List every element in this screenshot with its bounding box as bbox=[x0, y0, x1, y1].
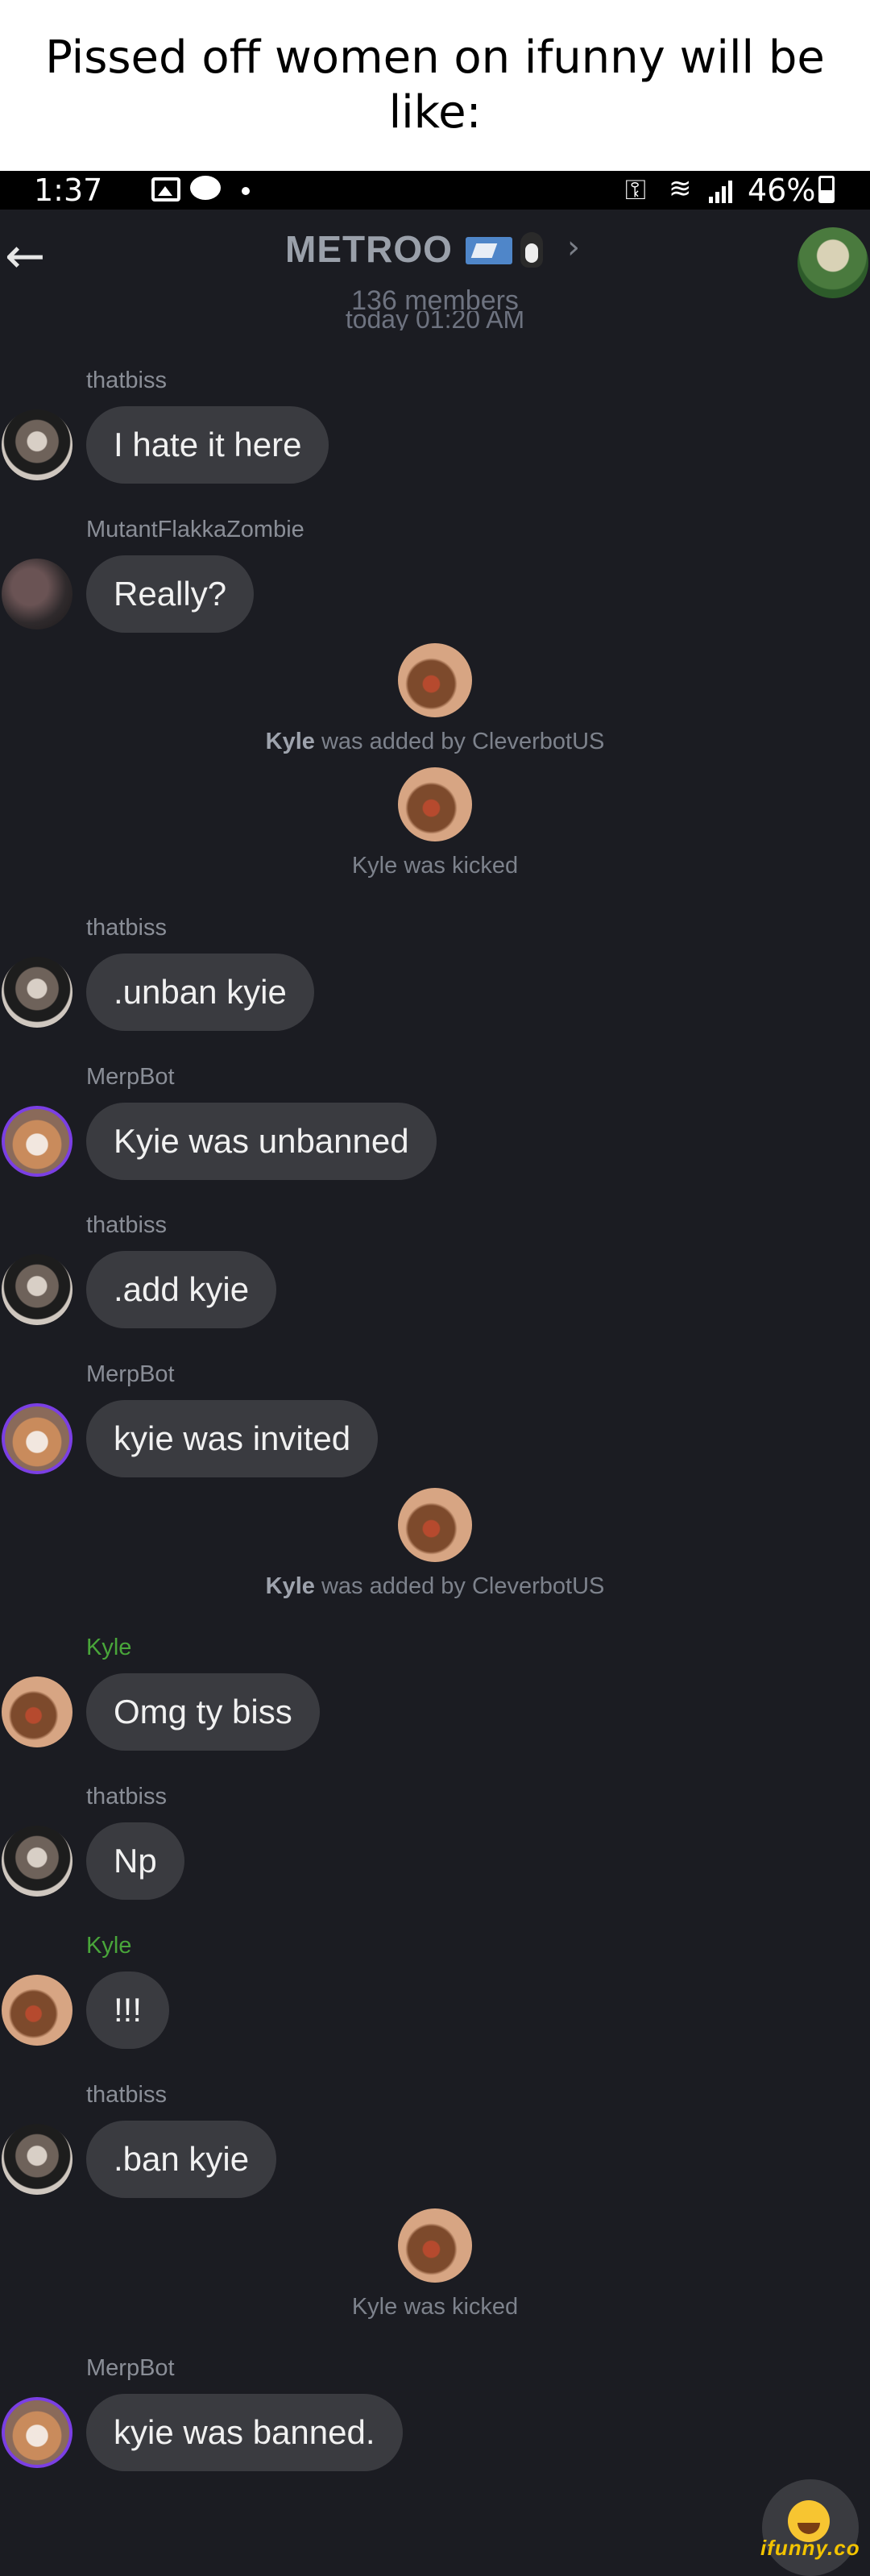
avatar[interactable] bbox=[2, 957, 72, 1028]
gallery-icon bbox=[151, 177, 180, 202]
message-bubble[interactable]: kyie was banned. bbox=[86, 2394, 403, 2471]
sender-name[interactable]: Kyle bbox=[86, 1933, 131, 1959]
sender-name[interactable]: thatbiss bbox=[86, 2082, 167, 2109]
signal-icon bbox=[709, 179, 736, 203]
sender-name[interactable]: thatbiss bbox=[86, 1212, 167, 1239]
avatar[interactable] bbox=[2, 1975, 72, 2046]
notification-dot-icon bbox=[242, 187, 250, 195]
sender-name[interactable]: MerpBot bbox=[86, 1064, 175, 1091]
penguin-icon bbox=[520, 232, 543, 268]
avatar[interactable] bbox=[2, 1403, 72, 1474]
sender-name[interactable]: thatbiss bbox=[86, 1784, 167, 1810]
back-arrow-icon[interactable]: ← bbox=[5, 232, 53, 280]
message-bubble[interactable]: !!! bbox=[86, 1971, 170, 2049]
battery-percent: 46% bbox=[748, 172, 816, 208]
system-message: Kyle was kicked bbox=[351, 2294, 519, 2320]
battery-icon bbox=[818, 176, 835, 203]
avatar[interactable] bbox=[398, 1488, 472, 1562]
avatar[interactable] bbox=[398, 643, 472, 717]
sender-name[interactable]: Kyle bbox=[86, 1635, 131, 1661]
avatar[interactable] bbox=[2, 409, 72, 480]
avatar[interactable] bbox=[2, 2124, 72, 2195]
group-avatar[interactable] bbox=[798, 227, 868, 298]
watermark-text: ifunny.co bbox=[760, 2536, 860, 2560]
avatar[interactable] bbox=[2, 1676, 72, 1747]
avatar[interactable] bbox=[398, 767, 472, 841]
message-bubble[interactable]: Really? bbox=[86, 555, 255, 633]
message-bubble[interactable]: .unban kyie bbox=[86, 954, 314, 1031]
sender-name[interactable]: MutantFlakkaZombie bbox=[86, 517, 304, 543]
meme-caption: Pissed off women on ifunny will be like: bbox=[0, 0, 870, 171]
status-time: 1:37 bbox=[34, 172, 103, 208]
system-message: Kyle was kicked bbox=[351, 853, 519, 879]
message-bubble[interactable]: Np bbox=[86, 1822, 184, 1900]
avatar[interactable] bbox=[2, 1106, 72, 1177]
avatar[interactable] bbox=[2, 559, 72, 629]
avatar[interactable] bbox=[2, 1254, 72, 1325]
sender-name[interactable]: thatbiss bbox=[86, 915, 167, 941]
date-separator: today 01:20 AM bbox=[345, 311, 525, 330]
status-bar: 1:37 ⚿ ≋ 46% bbox=[0, 171, 870, 210]
chat-header: ← METROO › 136 members today 01:20 AM bbox=[0, 210, 870, 330]
system-message: Kyle was added by CleverbotUS bbox=[265, 729, 605, 754]
flag-icon bbox=[466, 237, 512, 264]
chevron-right-icon[interactable]: › bbox=[567, 229, 580, 266]
avatar[interactable] bbox=[398, 2208, 472, 2283]
message-bubble[interactable]: Kyie was unbanned bbox=[86, 1103, 437, 1180]
message-bubble[interactable]: kyie was invited bbox=[86, 1400, 379, 1477]
system-message: Kyle was added by CleverbotUS bbox=[265, 1573, 605, 1599]
message-bubble[interactable]: I hate it here bbox=[86, 406, 329, 484]
chat-title[interactable]: METROO bbox=[285, 227, 453, 271]
avatar[interactable] bbox=[2, 1826, 72, 1897]
sender-name[interactable]: MerpBot bbox=[86, 2355, 175, 2382]
chat-bubble-icon bbox=[190, 176, 221, 200]
avatar[interactable] bbox=[2, 2397, 72, 2468]
message-bubble[interactable]: .ban kyie bbox=[86, 2121, 277, 2198]
sender-name[interactable]: MerpBot bbox=[86, 1361, 175, 1388]
key-icon: ⚿ bbox=[625, 174, 646, 206]
wifi-icon: ≋ bbox=[669, 172, 692, 205]
message-bubble[interactable]: Omg ty biss bbox=[86, 1673, 320, 1751]
message-bubble[interactable]: .add kyie bbox=[86, 1251, 277, 1328]
sender-name[interactable]: thatbiss bbox=[86, 368, 167, 394]
